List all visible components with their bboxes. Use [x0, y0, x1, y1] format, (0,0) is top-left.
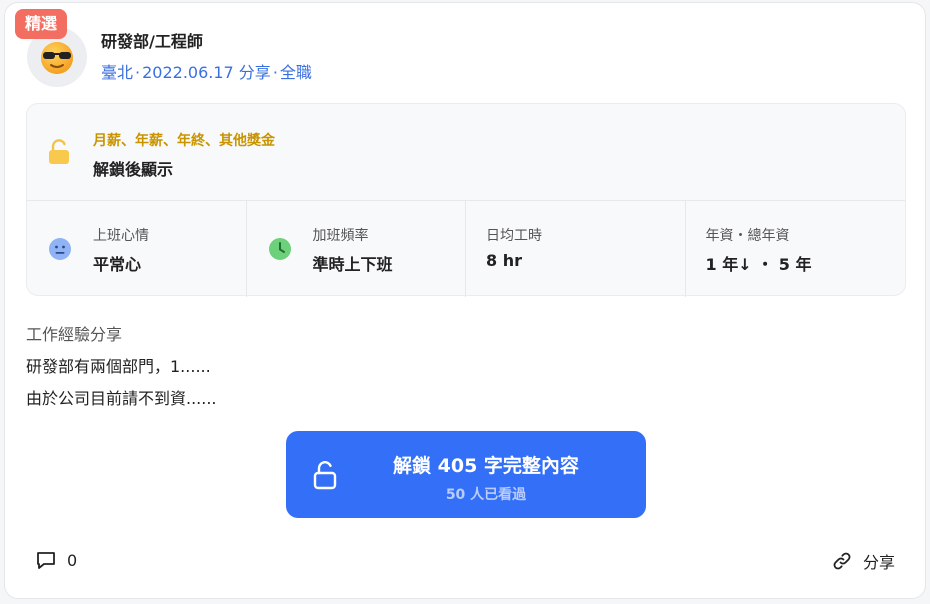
stat-label: 年資・總年資 [705, 228, 790, 244]
share-button[interactable]: 分享 [831, 549, 895, 573]
experience-line: 研發部有兩個部門，1...... [26, 357, 211, 376]
stat-value: 準時上下班 [312, 255, 393, 274]
clock-icon [268, 238, 291, 260]
salary-label: 月薪、年薪、年終、其他獎金 [93, 133, 275, 149]
stat-seniority: 年資・總年資 1 年↓ ・ 5 年 [686, 201, 906, 297]
comment-count: 0 [67, 550, 78, 570]
unlock-label: 解鎖 405 字完整內容 [393, 455, 579, 477]
unlocked-icon [49, 139, 69, 164]
post-date: 2022.06.17 分享 [142, 63, 271, 82]
link-icon [833, 552, 851, 570]
comment-icon [37, 552, 55, 569]
meta-separator: · [272, 63, 278, 82]
job-type: 全職 [279, 63, 312, 82]
unlock-views: 50 人已看過 [445, 487, 527, 503]
experience-line: 由於公司目前請不到資...... [26, 389, 217, 408]
stat-mood: 上班心情 平常心 [27, 201, 247, 297]
location-link[interactable]: 臺北 [101, 63, 133, 82]
info-box: 月薪、年薪、年終、其他獎金 解鎖後顯示 上班心情 平常心 加班頻率 準時上下班 … [26, 103, 906, 297]
cool-face-icon [41, 42, 73, 74]
stat-daily-hours: 日均工時 8 hr [466, 201, 686, 297]
stat-label: 加班頻率 [312, 228, 369, 244]
meta-separator: · [135, 63, 141, 82]
stats-row: 上班心情 平常心 加班頻率 準時上下班 日均工時 8 hr 年資・總年資 1 年… [27, 201, 905, 297]
unlock-content-button[interactable]: 解鎖 405 字完整內容 50 人已看過 [286, 431, 646, 518]
featured-badge: 精選 [15, 9, 68, 39]
salary-value: 解鎖後顯示 [93, 160, 174, 179]
post-meta: 臺北 · 2022.06.17 分享 · 全職 [101, 59, 314, 83]
experience-title: 工作經驗分享 [26, 325, 123, 344]
post-card: 精選 研發部/工程師 臺北 · 2022.06.17 分享 · 全職 月薪、年薪… [4, 2, 926, 599]
stat-label: 日均工時 [486, 228, 542, 244]
post-title: 研發部/工程師 [101, 32, 203, 51]
neutral-face-icon [49, 238, 71, 260]
stat-value: 平常心 [93, 255, 142, 274]
salary-row: 月薪、年薪、年終、其他獎金 解鎖後顯示 [27, 104, 905, 201]
comment-button[interactable]: 0 [35, 549, 77, 571]
stat-value: 1 年↓ ・ 5 年 [705, 255, 812, 274]
stat-value: 8 hr [486, 251, 522, 270]
stat-label: 上班心情 [93, 228, 149, 244]
share-label: 分享 [862, 553, 895, 572]
stat-overtime: 加班頻率 準時上下班 [247, 201, 466, 297]
